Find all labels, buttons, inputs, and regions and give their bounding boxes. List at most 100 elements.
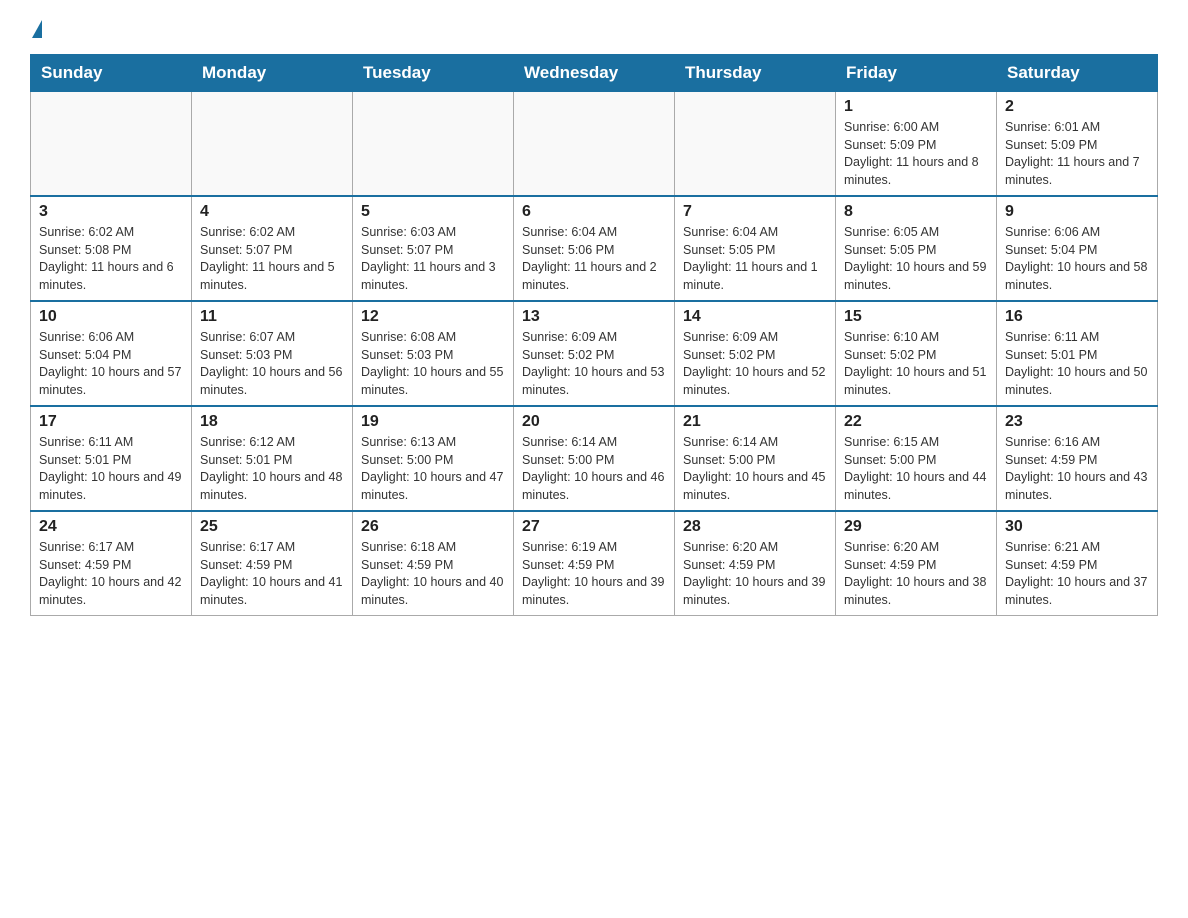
calendar-cell — [675, 92, 836, 197]
day-sun-info: Sunrise: 6:18 AMSunset: 4:59 PMDaylight:… — [361, 539, 505, 609]
day-number: 23 — [1005, 413, 1149, 431]
calendar-cell: 12 Sunrise: 6:08 AMSunset: 5:03 PMDayligh… — [353, 301, 514, 406]
calendar-week-row: 24 Sunrise: 6:17 AMSunset: 4:59 PMDayligh… — [31, 511, 1158, 616]
calendar-cell: 18 Sunrise: 6:12 AMSunset: 5:01 PMDayligh… — [192, 406, 353, 511]
day-number: 14 — [683, 308, 827, 326]
day-sun-info: Sunrise: 6:11 AMSunset: 5:01 PMDaylight:… — [1005, 329, 1149, 399]
calendar-cell: 11Sunrise: 6:07 AMSunset: 5:03 PMDayligh… — [192, 301, 353, 406]
day-sun-info: Sunrise: 6:02 AMSunset: 5:07 PMDaylight:… — [200, 224, 344, 294]
logo — [30, 20, 42, 38]
day-number: 27 — [522, 518, 666, 536]
calendar-cell: 13 Sunrise: 6:09 AMSunset: 5:02 PMDayligh… — [514, 301, 675, 406]
day-sun-info: Sunrise: 6:02 AMSunset: 5:08 PMDaylight:… — [39, 224, 183, 294]
day-number: 30 — [1005, 518, 1149, 536]
day-sun-info: Sunrise: 6:04 AMSunset: 5:06 PMDaylight:… — [522, 224, 666, 294]
calendar-cell: 28 Sunrise: 6:20 AMSunset: 4:59 PMDayligh… — [675, 511, 836, 616]
calendar-cell: 15 Sunrise: 6:10 AMSunset: 5:02 PMDayligh… — [836, 301, 997, 406]
day-number: 17 — [39, 413, 183, 431]
day-of-week-header: Wednesday — [514, 55, 675, 92]
day-of-week-header: Tuesday — [353, 55, 514, 92]
day-number: 4 — [200, 203, 344, 221]
day-of-week-header: Sunday — [31, 55, 192, 92]
day-number: 16 — [1005, 308, 1149, 326]
day-sun-info: Sunrise: 6:17 AMSunset: 4:59 PMDaylight:… — [39, 539, 183, 609]
day-sun-info: Sunrise: 6:10 AMSunset: 5:02 PMDaylight:… — [844, 329, 988, 399]
day-number: 28 — [683, 518, 827, 536]
day-of-week-header: Friday — [836, 55, 997, 92]
logo-triangle-icon — [32, 20, 42, 38]
calendar-cell: 5 Sunrise: 6:03 AMSunset: 5:07 PMDaylight… — [353, 196, 514, 301]
day-number: 18 — [200, 413, 344, 431]
calendar-cell: 17 Sunrise: 6:11 AMSunset: 5:01 PMDayligh… — [31, 406, 192, 511]
calendar-cell: 25Sunrise: 6:17 AMSunset: 4:59 PMDayligh… — [192, 511, 353, 616]
day-sun-info: Sunrise: 6:01 AMSunset: 5:09 PMDaylight:… — [1005, 119, 1149, 189]
day-sun-info: Sunrise: 6:11 AMSunset: 5:01 PMDaylight:… — [39, 434, 183, 504]
day-number: 9 — [1005, 203, 1149, 221]
day-number: 8 — [844, 203, 988, 221]
calendar-cell — [514, 92, 675, 197]
day-number: 10 — [39, 308, 183, 326]
calendar-header-row: SundayMondayTuesdayWednesdayThursdayFrid… — [31, 55, 1158, 92]
day-sun-info: Sunrise: 6:09 AMSunset: 5:02 PMDaylight:… — [522, 329, 666, 399]
day-number: 5 — [361, 203, 505, 221]
calendar-cell: 4 Sunrise: 6:02 AMSunset: 5:07 PMDaylight… — [192, 196, 353, 301]
calendar-cell: 26 Sunrise: 6:18 AMSunset: 4:59 PMDayligh… — [353, 511, 514, 616]
calendar-cell: 3 Sunrise: 6:02 AMSunset: 5:08 PMDaylight… — [31, 196, 192, 301]
calendar-cell: 29Sunrise: 6:20 AMSunset: 4:59 PMDayligh… — [836, 511, 997, 616]
calendar-cell: 8 Sunrise: 6:05 AMSunset: 5:05 PMDaylight… — [836, 196, 997, 301]
day-number: 1 — [844, 98, 988, 116]
calendar-cell: 19 Sunrise: 6:13 AMSunset: 5:00 PMDayligh… — [353, 406, 514, 511]
calendar-cell: 24 Sunrise: 6:17 AMSunset: 4:59 PMDayligh… — [31, 511, 192, 616]
calendar-cell: 10 Sunrise: 6:06 AMSunset: 5:04 PMDayligh… — [31, 301, 192, 406]
calendar-cell — [192, 92, 353, 197]
calendar-week-row: 1 Sunrise: 6:00 AMSunset: 5:09 PMDaylight… — [31, 92, 1158, 197]
day-sun-info: Sunrise: 6:07 AMSunset: 5:03 PMDaylight:… — [200, 329, 344, 399]
day-number: 21 — [683, 413, 827, 431]
day-sun-info: Sunrise: 6:20 AMSunset: 4:59 PMDaylight:… — [683, 539, 827, 609]
day-number: 19 — [361, 413, 505, 431]
calendar-cell — [353, 92, 514, 197]
day-sun-info: Sunrise: 6:08 AMSunset: 5:03 PMDaylight:… — [361, 329, 505, 399]
calendar-week-row: 17 Sunrise: 6:11 AMSunset: 5:01 PMDayligh… — [31, 406, 1158, 511]
day-number: 15 — [844, 308, 988, 326]
day-number: 12 — [361, 308, 505, 326]
calendar-cell: 22 Sunrise: 6:15 AMSunset: 5:00 PMDayligh… — [836, 406, 997, 511]
day-sun-info: Sunrise: 6:04 AMSunset: 5:05 PMDaylight:… — [683, 224, 827, 294]
day-sun-info: Sunrise: 6:14 AMSunset: 5:00 PMDaylight:… — [683, 434, 827, 504]
day-of-week-header: Monday — [192, 55, 353, 92]
day-sun-info: Sunrise: 6:20 AMSunset: 4:59 PMDaylight:… — [844, 539, 988, 609]
day-number: 26 — [361, 518, 505, 536]
day-number: 13 — [522, 308, 666, 326]
day-sun-info: Sunrise: 6:13 AMSunset: 5:00 PMDaylight:… — [361, 434, 505, 504]
day-sun-info: Sunrise: 6:09 AMSunset: 5:02 PMDaylight:… — [683, 329, 827, 399]
day-sun-info: Sunrise: 6:00 AMSunset: 5:09 PMDaylight:… — [844, 119, 988, 189]
day-sun-info: Sunrise: 6:12 AMSunset: 5:01 PMDaylight:… — [200, 434, 344, 504]
calendar-cell: 20 Sunrise: 6:14 AMSunset: 5:00 PMDayligh… — [514, 406, 675, 511]
day-number: 20 — [522, 413, 666, 431]
calendar-cell: 6 Sunrise: 6:04 AMSunset: 5:06 PMDaylight… — [514, 196, 675, 301]
calendar-cell: 23 Sunrise: 6:16 AMSunset: 4:59 PMDayligh… — [997, 406, 1158, 511]
day-sun-info: Sunrise: 6:06 AMSunset: 5:04 PMDaylight:… — [39, 329, 183, 399]
calendar-week-row: 10 Sunrise: 6:06 AMSunset: 5:04 PMDayligh… — [31, 301, 1158, 406]
day-number: 3 — [39, 203, 183, 221]
calendar-table: SundayMondayTuesdayWednesdayThursdayFrid… — [30, 54, 1158, 616]
day-of-week-header: Saturday — [997, 55, 1158, 92]
day-sun-info: Sunrise: 6:21 AMSunset: 4:59 PMDaylight:… — [1005, 539, 1149, 609]
calendar-cell: 14 Sunrise: 6:09 AMSunset: 5:02 PMDayligh… — [675, 301, 836, 406]
day-number: 6 — [522, 203, 666, 221]
calendar-cell: 1 Sunrise: 6:00 AMSunset: 5:09 PMDaylight… — [836, 92, 997, 197]
page-header — [30, 20, 1158, 38]
day-sun-info: Sunrise: 6:06 AMSunset: 5:04 PMDaylight:… — [1005, 224, 1149, 294]
day-sun-info: Sunrise: 6:15 AMSunset: 5:00 PMDaylight:… — [844, 434, 988, 504]
day-sun-info: Sunrise: 6:05 AMSunset: 5:05 PMDaylight:… — [844, 224, 988, 294]
calendar-cell: 9 Sunrise: 6:06 AMSunset: 5:04 PMDaylight… — [997, 196, 1158, 301]
day-sun-info: Sunrise: 6:03 AMSunset: 5:07 PMDaylight:… — [361, 224, 505, 294]
day-sun-info: Sunrise: 6:16 AMSunset: 4:59 PMDaylight:… — [1005, 434, 1149, 504]
day-sun-info: Sunrise: 6:17 AMSunset: 4:59 PMDaylight:… — [200, 539, 344, 609]
calendar-cell: 16 Sunrise: 6:11 AMSunset: 5:01 PMDayligh… — [997, 301, 1158, 406]
calendar-cell: 27Sunrise: 6:19 AMSunset: 4:59 PMDayligh… — [514, 511, 675, 616]
day-number: 22 — [844, 413, 988, 431]
day-sun-info: Sunrise: 6:14 AMSunset: 5:00 PMDaylight:… — [522, 434, 666, 504]
day-of-week-header: Thursday — [675, 55, 836, 92]
day-number: 24 — [39, 518, 183, 536]
